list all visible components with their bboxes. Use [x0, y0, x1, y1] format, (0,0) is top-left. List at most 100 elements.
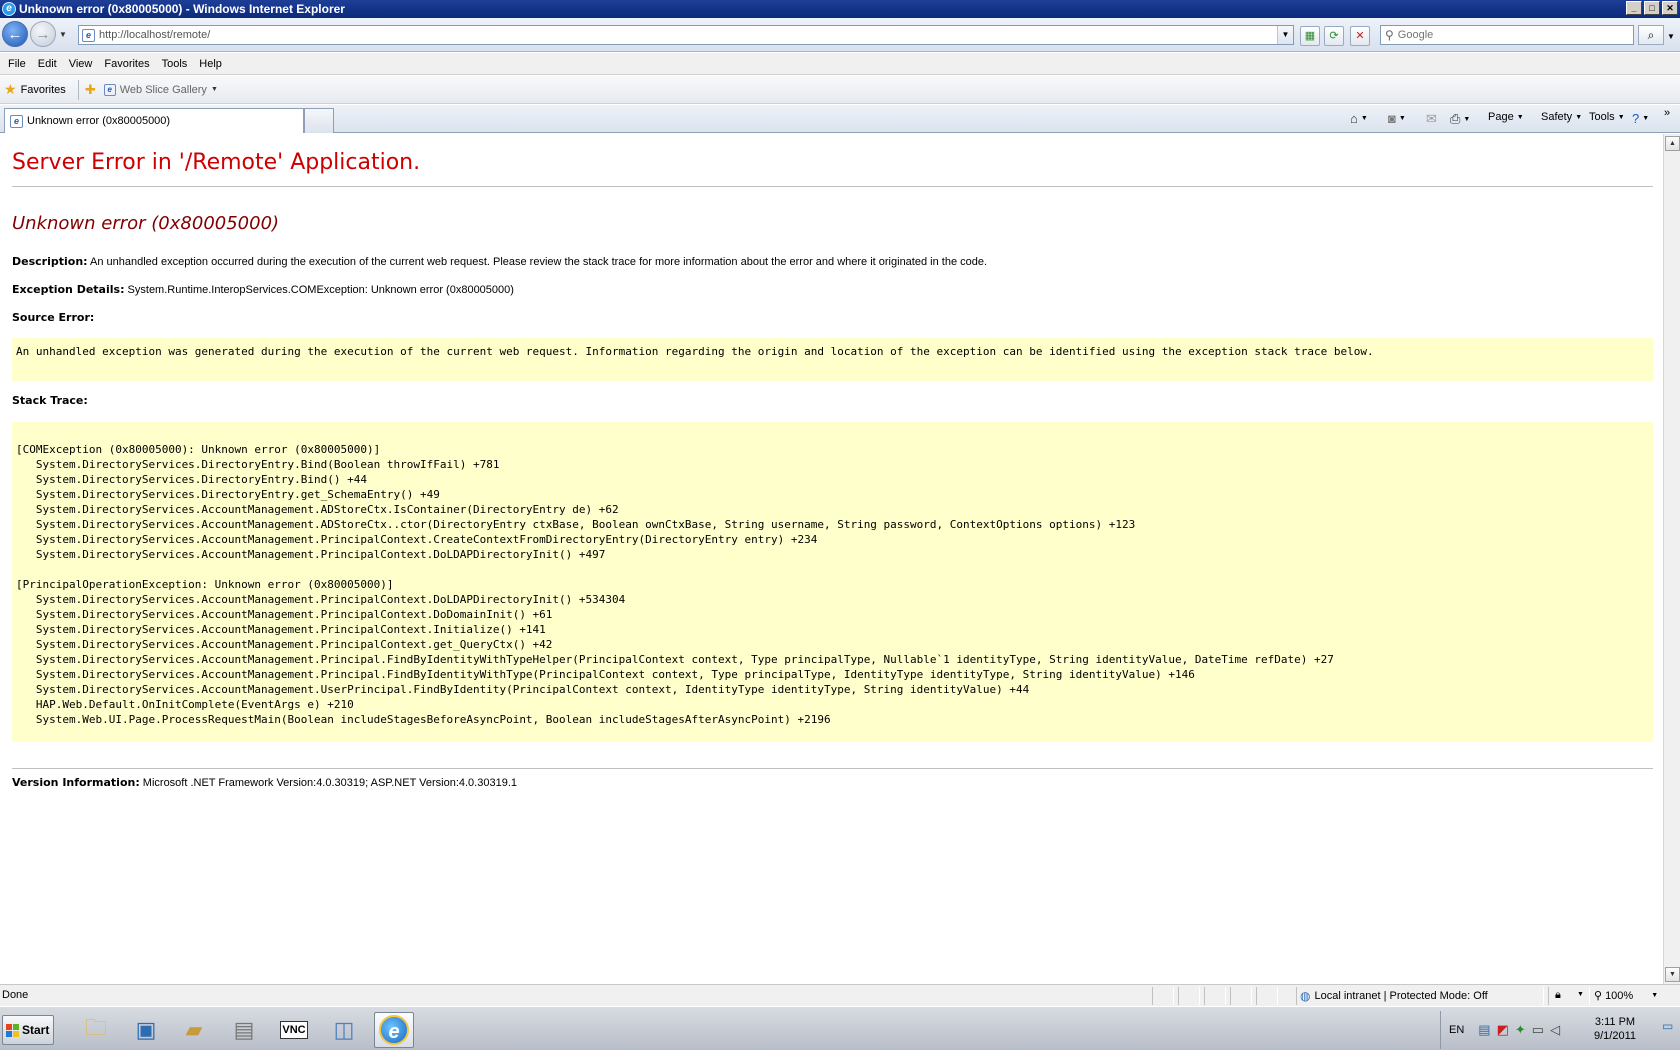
- menu-edit[interactable]: Edit: [32, 58, 63, 70]
- address-dropdown-button[interactable]: ▼: [1277, 26, 1293, 44]
- page-icon: e: [82, 28, 95, 42]
- status-panel: [1204, 987, 1226, 1005]
- stack-line: System.DirectoryServices.DirectoryEntry.…: [16, 488, 440, 501]
- window-titlebar[interactable]: e Unknown error (0x80005000) - Windows I…: [0, 0, 1680, 18]
- version-label: Version Information:: [12, 776, 140, 789]
- refresh-button[interactable]: ⟳: [1324, 26, 1344, 46]
- menu-view[interactable]: View: [63, 58, 99, 70]
- search-input[interactable]: [1397, 29, 1618, 41]
- taskbar-internet-explorer[interactable]: e: [374, 1012, 414, 1048]
- stop-button[interactable]: ✕: [1350, 26, 1370, 46]
- taskbar-explorer[interactable]: 🗀︎: [76, 1012, 116, 1048]
- feeds-button[interactable]: ◙ ▼: [1388, 111, 1406, 126]
- status-panel: [1152, 987, 1174, 1005]
- compatibility-view-button[interactable]: ▦: [1300, 26, 1320, 46]
- more-commands-button[interactable]: »: [1664, 107, 1670, 119]
- exception-row: Exception Details: System.Runtime.Intero…: [12, 283, 514, 296]
- web-slice-gallery-link[interactable]: Web Slice Gallery: [120, 84, 207, 96]
- compatibility-icon: ▦: [1304, 30, 1316, 42]
- tab-active[interactable]: e Unknown error (0x80005000): [4, 108, 304, 133]
- clock-time: 3:11 PM: [1594, 1016, 1636, 1028]
- divider: [12, 768, 1653, 769]
- menu-bar: File Edit View Favorites Tools Help: [0, 53, 1680, 75]
- taskbar-app[interactable]: ▰: [174, 1012, 214, 1048]
- stack-line: System.DirectoryServices.AccountManageme…: [16, 533, 818, 546]
- safety-menu-button[interactable]: Safety ▼: [1541, 111, 1582, 123]
- tray-icon[interactable]: ◩: [1497, 1022, 1509, 1038]
- chevron-down-icon[interactable]: ▼: [211, 86, 218, 93]
- page-menu-button[interactable]: Page ▼: [1488, 111, 1524, 123]
- separator: [77, 79, 79, 100]
- menu-favorites[interactable]: Favorites: [98, 58, 155, 70]
- protected-mode-panel[interactable]: 🔒︎ ▼: [1548, 987, 1590, 1005]
- search-icon: ⚲: [1385, 28, 1394, 42]
- tools-menu-button[interactable]: Tools ▼: [1589, 111, 1625, 123]
- arrow-left-icon: ←: [7, 25, 23, 43]
- chevron-down-icon: ▼: [1642, 115, 1650, 122]
- back-button[interactable]: ←: [2, 21, 28, 47]
- windows-logo-icon: [6, 1023, 19, 1037]
- close-button[interactable]: ✕: [1662, 1, 1678, 15]
- description-row: Description: An unhandled exception occu…: [12, 255, 987, 268]
- zoom-control[interactable]: ⚲ 100% ▼: [1594, 989, 1658, 1003]
- status-bar: Done ◍ Local intranet | Protected Mode: …: [0, 984, 1680, 1006]
- tray-icon[interactable]: ✦: [1515, 1022, 1526, 1038]
- taskbar-server-manager[interactable]: ▣: [126, 1012, 166, 1048]
- tray-icon[interactable]: ▤: [1478, 1022, 1490, 1038]
- version-row: Version Information: Microsoft .NET Fram…: [12, 776, 517, 789]
- printer-icon: ⎙: [1450, 111, 1461, 126]
- help-button[interactable]: ? ▼: [1632, 111, 1649, 126]
- page-menu-label: Page: [1488, 111, 1514, 123]
- ie-icon: e: [2, 2, 16, 16]
- menu-file[interactable]: File: [2, 58, 32, 70]
- address-url[interactable]: http://localhost/remote/: [99, 29, 210, 41]
- security-zone[interactable]: ◍ Local intranet | Protected Mode: Off: [1300, 989, 1488, 1003]
- page-heading: Server Error in '/Remote' Application.: [12, 150, 421, 175]
- taskbar-app[interactable]: ◫: [324, 1012, 364, 1048]
- language-indicator[interactable]: EN: [1449, 1024, 1464, 1036]
- notepad-icon: ▤: [233, 1017, 255, 1042]
- taskbar-vnc[interactable]: VNC: [274, 1012, 314, 1048]
- rss-feed-icon: ◙: [1388, 111, 1396, 126]
- clock[interactable]: 3:11 PM 9/1/2011: [1594, 1015, 1636, 1043]
- add-to-favorites-bar-icon[interactable]: ✚: [85, 82, 96, 98]
- new-tab-button[interactable]: [304, 108, 334, 133]
- home-button[interactable]: ⌂ ▼: [1350, 111, 1368, 126]
- show-desktop-button[interactable]: ▭: [1662, 1019, 1673, 1033]
- print-button[interactable]: ⎙ ▼: [1450, 111, 1470, 127]
- start-button[interactable]: Start: [2, 1015, 54, 1045]
- recent-pages-dropdown[interactable]: ▼: [59, 30, 67, 39]
- network-tray-icon[interactable]: ▭: [1532, 1022, 1544, 1038]
- stack-line: System.DirectoryServices.AccountManageme…: [16, 518, 1136, 531]
- favorites-button[interactable]: Favorites: [21, 84, 66, 96]
- exception-label: Exception Details:: [12, 283, 125, 296]
- status-panel: [1178, 987, 1200, 1005]
- chevron-down-icon: ▼: [1360, 115, 1368, 122]
- taskbar-app[interactable]: ▤: [224, 1012, 264, 1048]
- status-text: Done: [2, 989, 29, 1001]
- read-mail-button[interactable]: ✉: [1426, 111, 1437, 127]
- address-bar[interactable]: e http://localhost/remote/ ▼: [78, 25, 1294, 45]
- source-error-box: An unhandled exception was generated dur…: [12, 338, 1653, 381]
- maximize-button[interactable]: □: [1644, 1, 1660, 15]
- vertical-scrollbar[interactable]: ▲ ▼: [1663, 134, 1680, 984]
- scroll-down-button[interactable]: ▼: [1665, 967, 1680, 982]
- scroll-up-button[interactable]: ▲: [1665, 136, 1680, 151]
- forward-button[interactable]: →: [30, 21, 56, 47]
- stack-trace-label: Stack Trace:: [12, 394, 88, 407]
- source-error-label: Source Error:: [12, 311, 95, 324]
- search-button[interactable]: ⌕: [1638, 25, 1664, 45]
- vnc-icon: VNC: [280, 1021, 308, 1039]
- stack-line: System.DirectoryServices.DirectoryEntry.…: [16, 458, 500, 471]
- navigation-bar: ← → ▼ e http://localhost/remote/ ▼ ▦ ⟳ ✕…: [0, 18, 1680, 52]
- search-options-dropdown[interactable]: ▼: [1667, 32, 1675, 41]
- chevron-down-icon: ▼: [1575, 113, 1583, 121]
- search-box[interactable]: ⚲: [1380, 25, 1634, 45]
- menu-help[interactable]: Help: [193, 58, 228, 70]
- zoom-level: 100%: [1605, 989, 1634, 1002]
- taskbar: Start 🗀︎ ▣ ▰ ▤ VNC ◫ e EN ▤ ◩ ✦ ▭ ◁ 3:11…: [0, 1006, 1680, 1050]
- menu-tools[interactable]: Tools: [156, 58, 194, 70]
- minimize-button[interactable]: _: [1626, 1, 1642, 15]
- volume-icon[interactable]: ◁: [1550, 1022, 1560, 1038]
- stack-line: System.DirectoryServices.AccountManageme…: [16, 638, 553, 651]
